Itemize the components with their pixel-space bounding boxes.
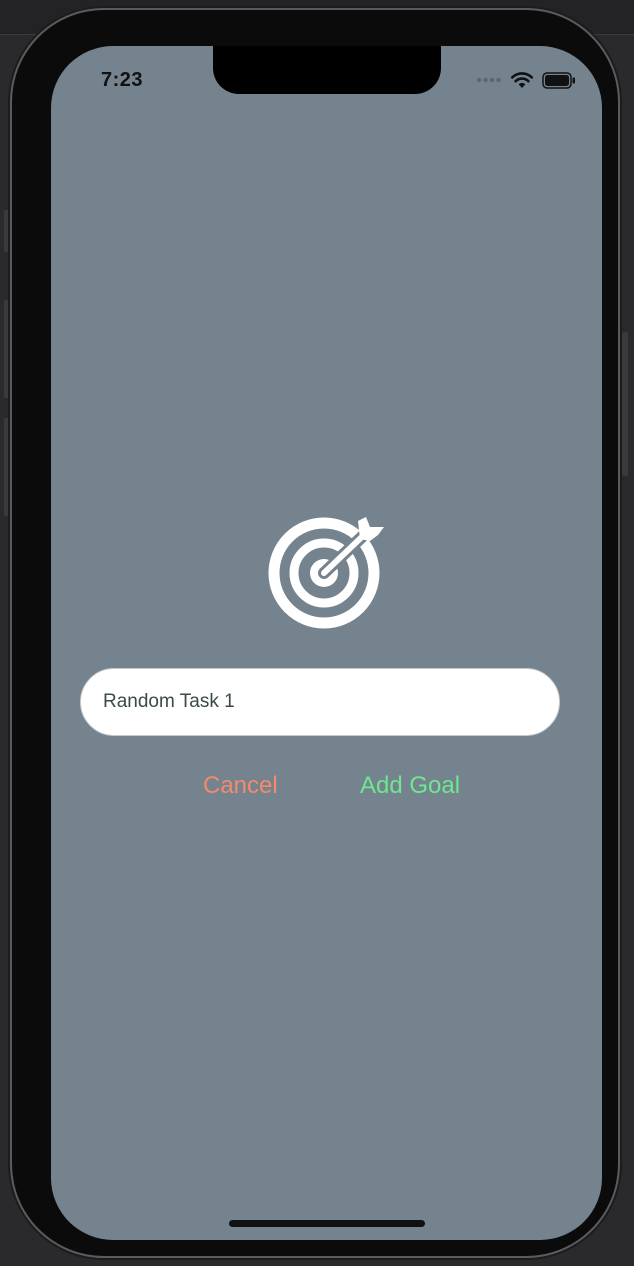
- volume-down-button: [4, 418, 10, 516]
- battery-icon: [542, 71, 575, 89]
- status-icons: [476, 71, 576, 89]
- target-arrow-icon: [268, 517, 384, 629]
- mute-switch: [4, 210, 10, 252]
- goal-input[interactable]: [80, 668, 560, 736]
- signal-dots-icon: [476, 77, 501, 83]
- add-goal-button[interactable]: Add Goal: [360, 772, 460, 800]
- power-button: [622, 332, 628, 476]
- status-time: 7:23: [101, 69, 144, 91]
- wifi-icon: [510, 72, 534, 88]
- volume-up-button: [4, 300, 10, 398]
- app-screen: 7:23 Random Task 1 Cancel Add Goal: [51, 46, 602, 1240]
- phone-frame: 7:23 Random Task 1 Cancel Add Goal: [12, 10, 618, 1256]
- home-indicator[interactable]: [229, 1220, 425, 1227]
- notch: [213, 46, 441, 94]
- cancel-button[interactable]: Cancel: [203, 772, 278, 800]
